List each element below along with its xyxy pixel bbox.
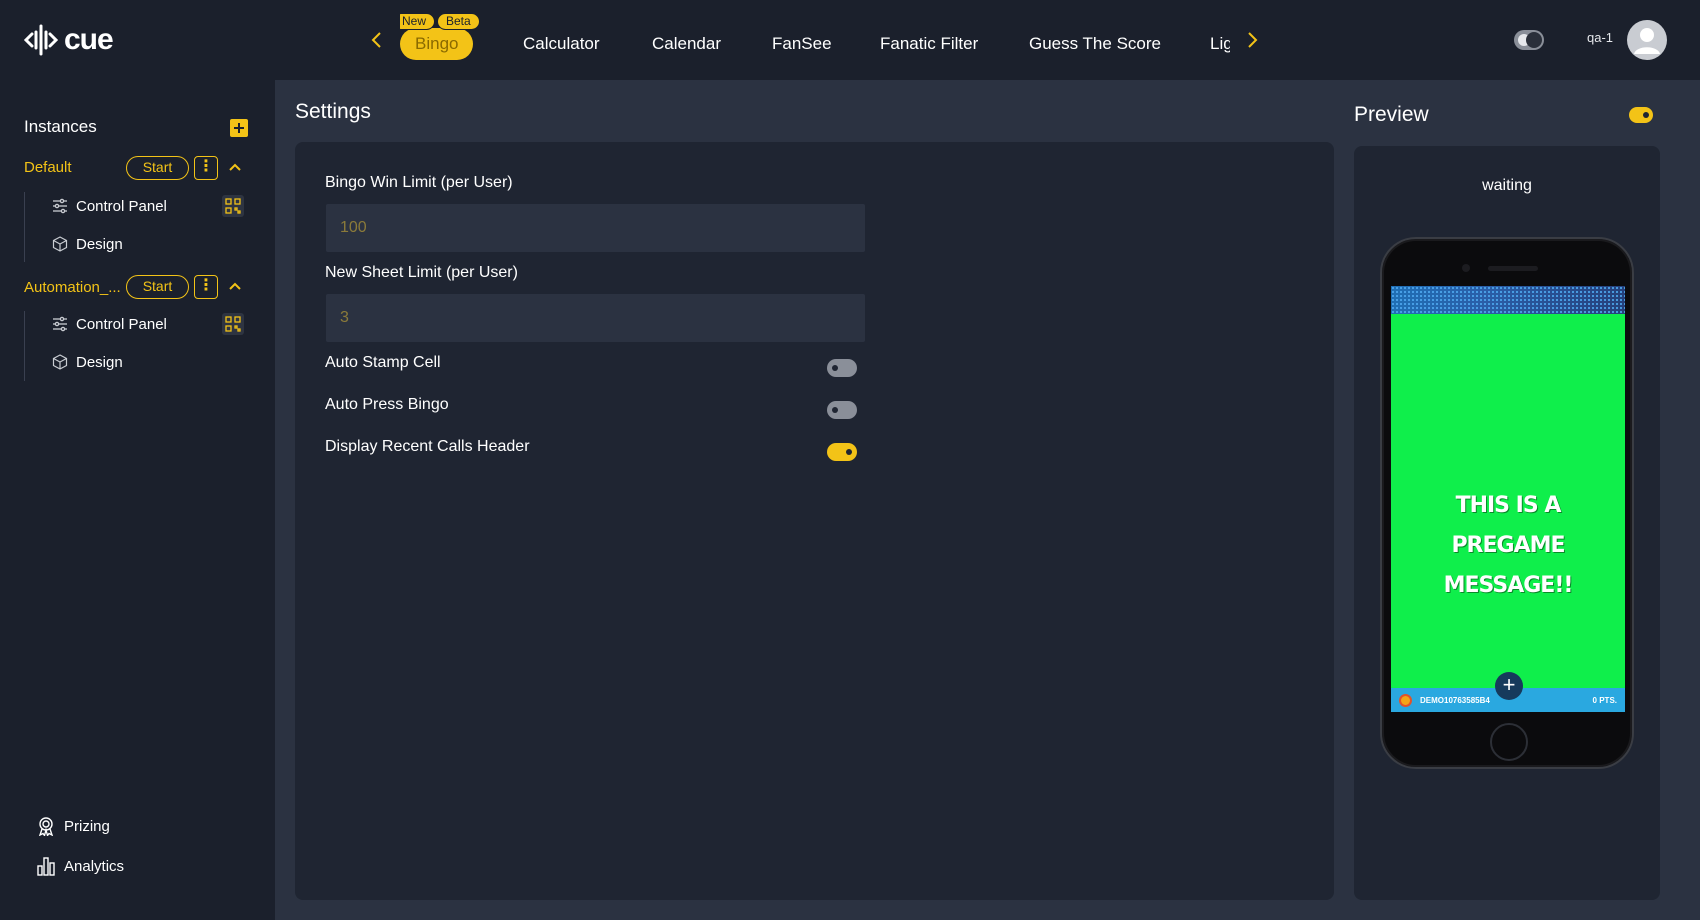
page-title: Settings [295,100,371,123]
add-instance-button[interactable] [230,119,248,137]
tabs-prev-button[interactable] [364,26,388,54]
chevron-left-icon [371,32,381,48]
new-sheet-limit-label: New Sheet Limit (per User) [325,264,518,281]
phone-mockup: This is a pregame message!! DEMO10763585… [1380,237,1634,769]
phone-speaker [1488,266,1538,271]
sliders-icon [53,198,67,214]
sidebar-item-label: Prizing [64,817,110,835]
start-button[interactable]: Start [126,275,189,299]
sidebar-item-control-panel[interactable]: Control Panel [52,312,167,336]
auto-press-bingo-label: Auto Press Bingo [325,396,449,413]
instances-title: Instances [24,117,97,136]
auto-stamp-cell-toggle[interactable] [827,359,857,377]
phone-camera [1462,264,1470,272]
tree-line [24,192,25,262]
plus-icon [234,123,244,133]
sidebar-item-label: Control Panel [76,197,167,215]
tab-calculator[interactable]: Calculator [523,28,600,60]
tab-bingo[interactable]: Bingo [400,28,474,60]
new-badge: New [400,13,436,30]
tab-fansee[interactable]: FanSee [772,28,832,60]
tab-lig[interactable]: Lig [1210,28,1230,60]
settings-card [295,142,1334,900]
auto-stamp-cell-label: Auto Stamp Cell [325,354,441,371]
footer-points: 0 PTS. [1592,695,1617,705]
bingo-win-limit-field[interactable] [326,204,865,252]
sliders-icon [53,316,67,332]
display-recent-calls-header-toggle[interactable] [827,443,857,461]
sidebar-item-design[interactable]: Design [52,350,123,374]
tab-guess-the-score[interactable]: Guess The Score [1029,28,1161,60]
qr-code-icon[interactable] [222,195,244,217]
bar-chart-icon [37,857,55,876]
logo[interactable]: cue [24,22,114,58]
tree-line [24,311,25,381]
toggle-knob [1526,32,1542,48]
logo-text: cue [64,23,114,56]
qr-code-icon[interactable] [222,313,244,335]
theme-toggle[interactable] [1514,30,1544,50]
sidebar-item-label: Design [76,235,123,253]
sidebar: Instances Default Start ⋮ Control Panel … [0,80,275,920]
more-options-button[interactable]: ⋮ [194,275,218,299]
sidebar-item-control-panel[interactable]: Control Panel [52,194,167,218]
start-button[interactable]: Start [126,156,189,180]
sidebar-item-label: Control Panel [76,315,167,333]
coin-icon [1399,693,1412,707]
sidebar-item-label: Design [76,353,123,371]
instance-automation[interactable]: Automation_... [24,279,121,296]
auto-press-bingo-toggle[interactable] [827,401,857,419]
user-icon [1634,28,1660,54]
cube-icon [52,236,68,252]
preview-title: Preview [1354,103,1429,126]
phone-screen: This is a pregame message!! DEMO10763585… [1391,286,1625,712]
chevron-right-icon [1248,32,1258,48]
sidebar-item-prizing[interactable]: Prizing [36,816,110,836]
award-icon [38,817,54,836]
avatar[interactable] [1627,20,1667,60]
sidebar-item-design[interactable]: Design [52,232,123,256]
display-recent-calls-header-label: Display Recent Calls Header [325,438,530,455]
top-bar: cue Bingo New Beta Calculator Calendar F… [0,0,1700,80]
tab-calendar[interactable]: Calendar [652,28,721,60]
tabs-next-button[interactable] [1241,26,1265,54]
sidebar-item-label: Analytics [64,857,125,875]
module-tabs: Bingo New Beta Calculator Calendar FanSe… [400,12,1230,72]
instance-default[interactable]: Default [24,159,72,176]
preview-status: waiting [1482,177,1532,194]
bingo-win-limit-label: Bingo Win Limit (per User) [325,174,513,191]
preview-toggle[interactable] [1629,107,1653,123]
header-pattern [1391,286,1625,314]
sidebar-item-analytics[interactable]: Analytics [36,856,124,876]
beta-badge: Beta [437,13,480,30]
chevron-up-icon[interactable] [226,277,244,297]
username: qa-1 [1587,30,1614,45]
add-sheet-button[interactable]: + [1495,672,1523,700]
cue-logo-icon [24,24,58,56]
cube-icon [52,354,68,370]
tab-fanatic-filter[interactable]: Fanatic Filter [880,28,978,60]
new-sheet-limit-field[interactable] [326,294,865,342]
phone-home-button [1490,723,1528,761]
footer-user: DEMO10763585B4 [1420,695,1490,705]
chevron-up-icon[interactable] [226,158,244,178]
more-options-button[interactable]: ⋮ [194,156,218,180]
pregame-message: This is a pregame message!! [1443,493,1574,598]
